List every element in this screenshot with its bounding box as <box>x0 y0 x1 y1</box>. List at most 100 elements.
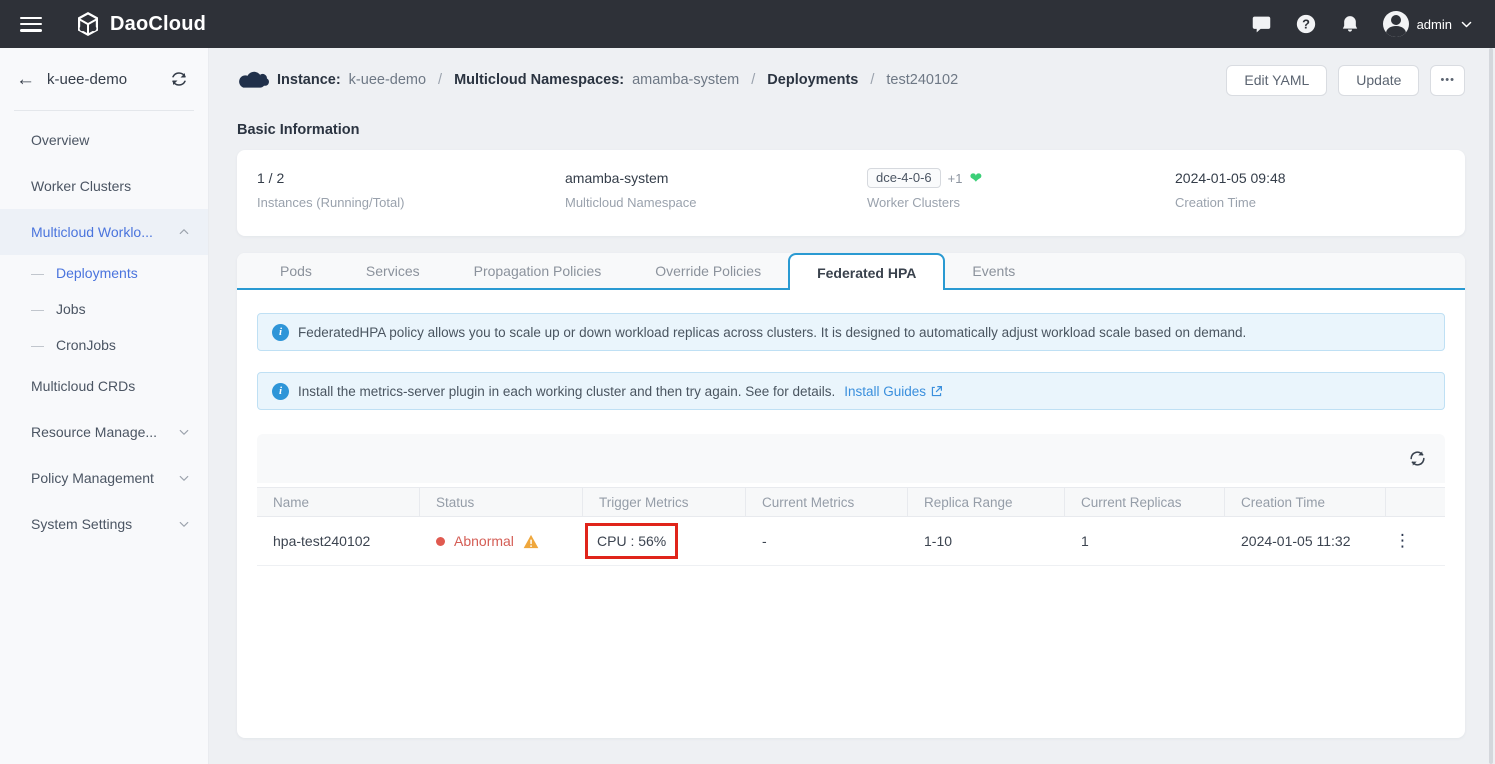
user-menu[interactable]: admin <box>1383 11 1473 37</box>
trigger-metrics-cell: CPU : 56% <box>583 517 746 565</box>
update-button[interactable]: Update <box>1338 65 1419 96</box>
sidebar-item-worker-clusters[interactable]: Worker Clusters <box>0 163 208 209</box>
info-icon: i <box>272 324 289 341</box>
sidebar-item-deployments[interactable]: —Deployments <box>0 255 208 291</box>
tab-services[interactable]: Services <box>339 253 447 288</box>
warning-icon[interactable] <box>523 534 539 549</box>
sidebar-item-jobs[interactable]: —Jobs <box>0 291 208 327</box>
sub-item-dash-icon: — <box>31 302 44 317</box>
federatedhpa-info-banner: i FederatedHPA policy allows you to scal… <box>257 313 1445 351</box>
status-dot-icon <box>436 537 445 546</box>
health-heart-icon: ❤ <box>969 171 982 186</box>
chevron-down-icon <box>1460 18 1473 31</box>
hamburger-menu-icon[interactable] <box>20 17 42 32</box>
breadcrumb: Instance: k-uee-demo / Multicloud Namesp… <box>237 69 958 92</box>
trigger-metrics-value: CPU : 56% <box>597 533 666 549</box>
cluster-tag[interactable]: dce-4-0-6 <box>867 168 941 188</box>
brand-name: DaoCloud <box>110 13 206 36</box>
breadcrumb-instance-label: Instance: <box>277 72 341 88</box>
instances-value: 1 / 2 <box>257 167 565 189</box>
switch-cluster-icon[interactable] <box>170 71 188 87</box>
help-icon[interactable]: ? <box>1295 13 1317 35</box>
sidebar-item-overview[interactable]: Overview <box>0 117 208 163</box>
topbar: DaoCloud ? admin <box>0 0 1495 48</box>
page-scrollbar[interactable] <box>1489 48 1493 764</box>
info-icon: i <box>272 383 289 400</box>
install-guides-link[interactable]: Install Guides <box>844 384 943 399</box>
tab-federated-hpa[interactable]: Federated HPA <box>788 253 945 290</box>
replica-range-cell: 1-10 <box>908 517 1065 565</box>
current-metrics-cell: - <box>746 517 908 565</box>
instances-field: 1 / 2 Instances (Running/Total) <box>257 167 565 236</box>
cloud-icon <box>237 69 269 92</box>
refresh-icon[interactable] <box>1408 449 1427 468</box>
namespace-value: amamba-system <box>565 167 867 189</box>
cluster-extra-count[interactable]: +1 <box>948 171 963 186</box>
chevron-up-icon <box>178 226 190 238</box>
basic-information-title: Basic Information <box>237 122 359 138</box>
column-header-current-metrics: Current Metrics <box>746 488 908 516</box>
creation-time-label: Creation Time <box>1175 195 1465 210</box>
daocloud-cube-icon <box>75 11 101 37</box>
table-row: hpa-test240102 Abnormal CPU : 56% - 1-10… <box>257 517 1445 566</box>
metrics-server-info-banner: i Install the metrics-server plugin in e… <box>257 372 1445 410</box>
tab-events[interactable]: Events <box>945 253 1042 288</box>
back-arrow-icon[interactable]: ← <box>16 70 35 89</box>
row-kebab-menu-icon[interactable]: ⋮ <box>1386 536 1445 545</box>
worker-clusters-label: Worker Clusters <box>867 195 1175 210</box>
hpa-name-cell[interactable]: hpa-test240102 <box>257 517 420 565</box>
instances-label: Instances (Running/Total) <box>257 195 565 210</box>
namespace-label: Multicloud Namespace <box>565 195 867 210</box>
annotation-highlight-box: CPU : 56% <box>585 523 678 559</box>
tab-override-policies[interactable]: Override Policies <box>628 253 788 288</box>
sidebar-item-policy-management[interactable]: Policy Management <box>0 455 208 501</box>
sidebar-item-system-settings[interactable]: System Settings <box>0 501 208 547</box>
user-name: admin <box>1417 17 1452 32</box>
status-text: Abnormal <box>454 533 514 549</box>
sidebar-item-resource-management[interactable]: Resource Manage... <box>0 409 208 455</box>
sidebar-item-multicloud-crds[interactable]: Multicloud CRDs <box>0 363 208 409</box>
creation-time-value: 2024-01-05 09:48 <box>1175 167 1465 189</box>
brand-logo[interactable]: DaoCloud <box>75 11 206 37</box>
creation-time-field: 2024-01-05 09:48 Creation Time <box>1175 167 1465 236</box>
chevron-down-icon <box>178 518 190 530</box>
more-actions-button[interactable]: ••• <box>1430 65 1465 96</box>
breadcrumb-resource-name: test240102 <box>886 72 958 88</box>
creation-time-cell: 2024-01-05 11:32 <box>1225 517 1386 565</box>
namespace-field: amamba-system Multicloud Namespace <box>565 167 867 236</box>
column-header-current-replicas: Current Replicas <box>1065 488 1225 516</box>
worker-clusters-field: dce-4-0-6 +1 ❤ Worker Clusters <box>867 167 1175 236</box>
tab-pods[interactable]: Pods <box>253 253 339 288</box>
current-replicas-cell: 1 <box>1065 517 1225 565</box>
breadcrumb-namespaces-value[interactable]: amamba-system <box>632 72 739 88</box>
tab-bar: Pods Services Propagation Policies Overr… <box>237 253 1465 290</box>
breadcrumb-instance-value[interactable]: k-uee-demo <box>349 72 426 88</box>
column-header-status: Status <box>420 488 583 516</box>
federatedhpa-info-text: FederatedHPA policy allows you to scale … <box>298 325 1246 340</box>
column-header-trigger-metrics: Trigger Metrics <box>583 488 746 516</box>
external-link-icon <box>930 385 943 398</box>
sub-item-dash-icon: — <box>31 338 44 353</box>
sidebar-item-cronjobs[interactable]: —CronJobs <box>0 327 208 363</box>
sidebar: ← k-uee-demo Overview Worker Clusters Mu… <box>0 48 209 764</box>
basic-information-card: 1 / 2 Instances (Running/Total) amamba-s… <box>237 150 1465 236</box>
avatar <box>1383 11 1409 37</box>
status-cell: Abnormal <box>420 517 583 565</box>
chevron-down-icon <box>178 426 190 438</box>
sidebar-item-multicloud-workloads[interactable]: Multicloud Worklo... <box>0 209 208 255</box>
table-header: Name Status Trigger Metrics Current Metr… <box>257 487 1445 517</box>
breadcrumb-namespaces-label: Multicloud Namespaces: <box>454 72 624 88</box>
column-header-name: Name <box>257 488 420 516</box>
main-content: Instance: k-uee-demo / Multicloud Namesp… <box>209 48 1495 764</box>
column-header-creation-time: Creation Time <box>1225 488 1386 516</box>
chat-icon[interactable] <box>1251 13 1273 35</box>
bell-icon[interactable] <box>1339 13 1361 35</box>
chevron-down-icon <box>178 472 190 484</box>
tab-propagation-policies[interactable]: Propagation Policies <box>447 253 629 288</box>
sidebar-cluster-name: k-uee-demo <box>47 71 127 88</box>
table-toolbar <box>257 434 1445 483</box>
svg-text:?: ? <box>1302 17 1310 32</box>
breadcrumb-deployments[interactable]: Deployments <box>767 72 858 88</box>
edit-yaml-button[interactable]: Edit YAML <box>1226 65 1327 96</box>
column-header-replica-range: Replica Range <box>908 488 1065 516</box>
